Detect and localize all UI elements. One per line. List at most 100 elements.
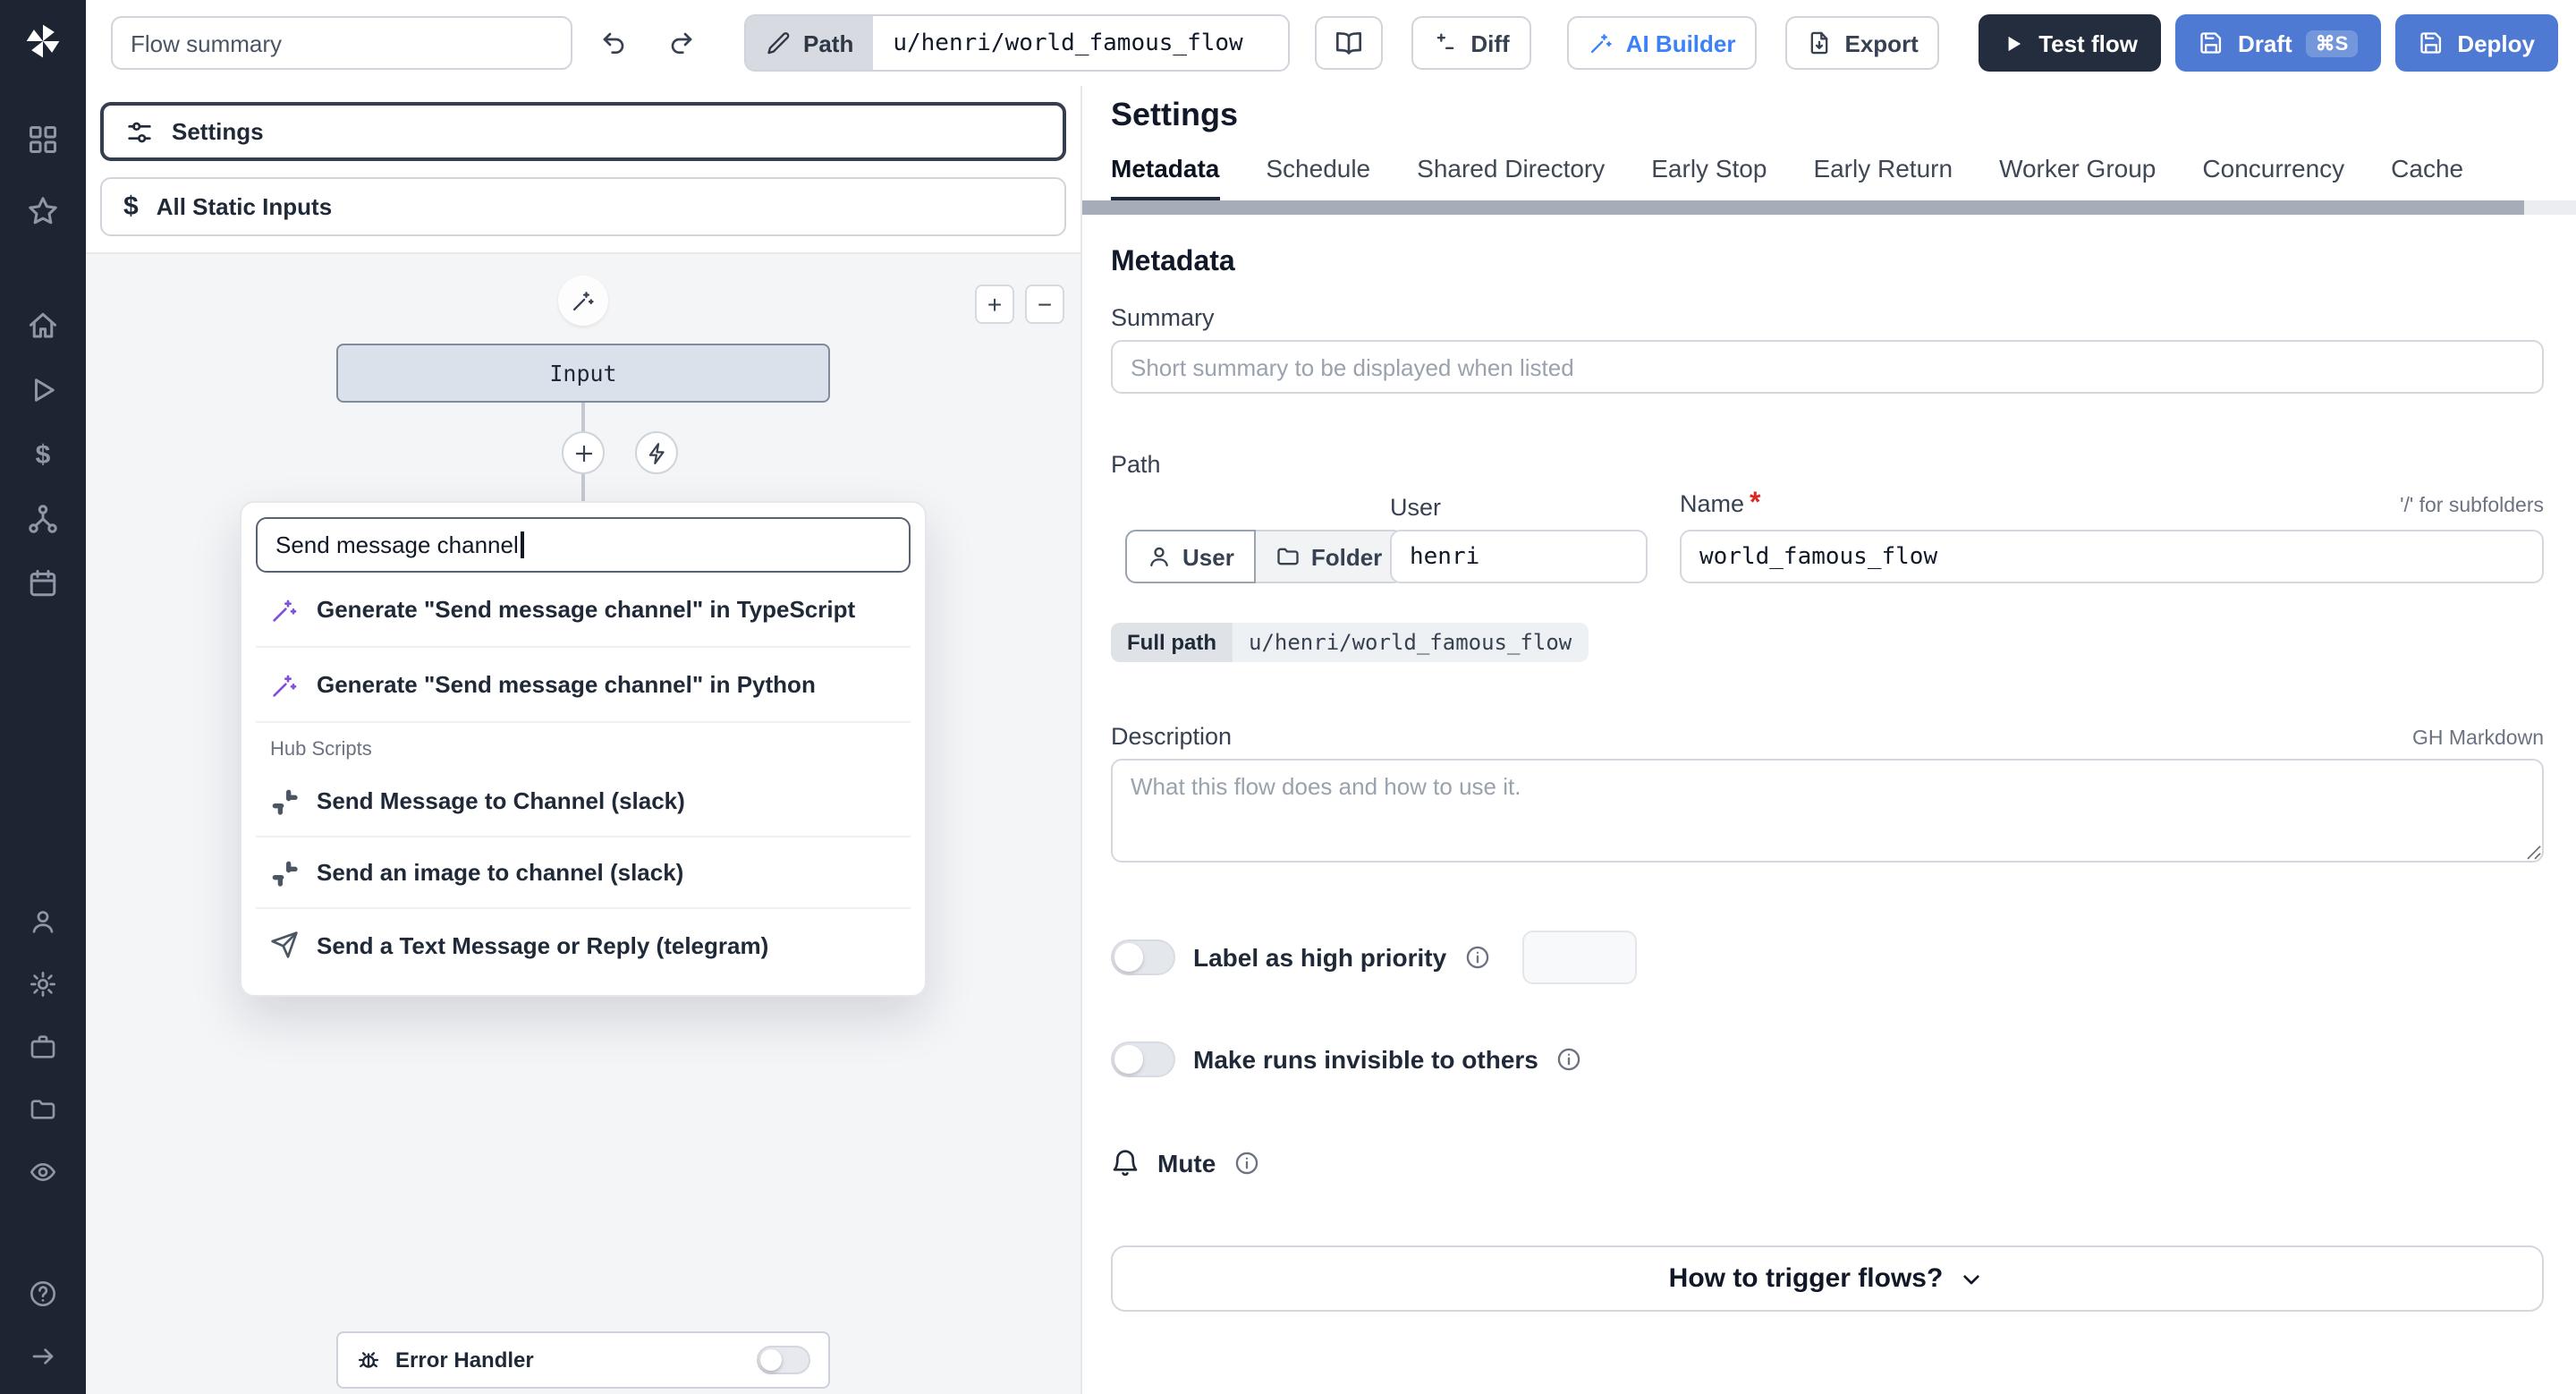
tab-schedule[interactable]: Schedule [1266, 154, 1370, 200]
bell-icon [1111, 1149, 1140, 1177]
sidebar-item-home[interactable] [7, 301, 79, 351]
user-icon [29, 907, 57, 936]
add-step-button[interactable] [562, 431, 605, 474]
sidebar-item-folders[interactable] [7, 1086, 79, 1133]
draft-button[interactable]: Draft ⌘S [2174, 14, 2381, 72]
windmill-logo[interactable] [23, 21, 63, 61]
how-to-trigger-button[interactable]: How to trigger flows? [1111, 1245, 2544, 1312]
deploy-button[interactable]: Deploy [2394, 14, 2558, 72]
error-handler-node[interactable]: Error Handler [336, 1331, 830, 1389]
summary-label: Summary [1111, 304, 1215, 331]
bug-icon [356, 1347, 381, 1373]
sidebar-item-settings[interactable] [7, 961, 79, 1007]
undo-button[interactable] [587, 18, 640, 68]
summary-input[interactable] [1111, 340, 2544, 394]
error-handler-toggle[interactable] [757, 1346, 810, 1374]
path-button-label: Path [803, 30, 854, 56]
owner-user-button[interactable]: User [1125, 530, 1256, 583]
dropdown-item-label: Generate "Send message channel" in Pytho… [317, 671, 816, 698]
zoom-in-button[interactable]: + [975, 285, 1014, 324]
sidebar-item-workers[interactable] [7, 1024, 79, 1070]
flow-summary-input[interactable] [111, 16, 572, 70]
export-button[interactable]: Export [1785, 16, 1940, 70]
step-search-input[interactable]: Send message channel [256, 517, 911, 573]
tab-concurrency[interactable]: Concurrency [2202, 154, 2344, 200]
tab-cache[interactable]: Cache [2391, 154, 2463, 200]
tab-worker-group[interactable]: Worker Group [1999, 154, 2156, 200]
error-handler-label: Error Handler [395, 1347, 534, 1373]
docs-button[interactable] [1315, 16, 1384, 70]
export-label: Export [1844, 30, 1919, 56]
save-icon [2418, 30, 2443, 55]
tab-metadata[interactable]: Metadata [1111, 154, 1220, 200]
dollar-icon: $ [123, 191, 139, 222]
name-label: Name [1680, 490, 1745, 517]
sidebar-item-variables[interactable]: $ [7, 429, 79, 480]
static-inputs-button[interactable]: $ All Static Inputs [100, 177, 1066, 236]
home-icon [27, 310, 59, 342]
sidebar-item-schedules[interactable] [7, 558, 79, 608]
dropdown-item-generate-typescript[interactable]: Generate "Send message channel" in TypeS… [256, 573, 911, 648]
gear-icon [29, 970, 57, 999]
dropdown-item-slack-image[interactable]: Send an image to channel (slack) [256, 837, 911, 909]
sidebar-item-runs[interactable] [7, 365, 79, 415]
sidebar-item-apps[interactable] [7, 115, 79, 165]
flow-settings-button[interactable]: Settings [100, 102, 1066, 161]
user-field-label: User [1390, 494, 1442, 521]
redo-button[interactable] [655, 18, 708, 68]
sidebar-item-favorites[interactable] [7, 186, 79, 236]
ai-step-button[interactable] [635, 431, 678, 474]
dropdown-item-slack-message[interactable]: Send Message to Channel (slack) [256, 766, 911, 837]
zoom-out-button[interactable]: − [1025, 285, 1064, 324]
invisible-runs-row: Make runs invisible to others [1111, 1041, 2544, 1077]
description-label-row: Description GH Markdown [1111, 723, 2544, 750]
sidebar-item-account[interactable] [7, 898, 79, 945]
path-value[interactable]: u/henri/world_famous_flow [873, 16, 1289, 70]
file-down-icon [1808, 30, 1833, 55]
flow-graph-panel: Settings $ All Static Inputs + − Input Se… [86, 86, 1082, 1394]
mute-label: Mute [1157, 1149, 1216, 1177]
undo-icon [599, 29, 628, 57]
test-flow-button[interactable]: Test flow [1978, 14, 2161, 72]
invisible-runs-label: Make runs invisible to others [1193, 1045, 1538, 1074]
slack-icon [270, 858, 299, 887]
high-priority-toggle[interactable] [1111, 939, 1175, 975]
edit-path-button[interactable]: Path [746, 16, 874, 70]
diff-icon [1433, 30, 1458, 55]
test-flow-label: Test flow [2038, 30, 2138, 56]
owner-folder-button[interactable]: Folder [1255, 530, 1404, 583]
flow-panel-header: Settings $ All Static Inputs [86, 86, 1080, 252]
priority-value-input[interactable] [1521, 931, 1637, 984]
name-label-row: Name * '/' for subfolders [1680, 489, 2544, 521]
invisible-runs-toggle[interactable] [1111, 1041, 1175, 1077]
eye-icon [29, 1158, 57, 1186]
mute-row: Mute [1111, 1149, 2544, 1177]
diff-button[interactable]: Diff [1411, 16, 1531, 70]
ai-builder-button[interactable]: AI Builder [1566, 16, 1758, 70]
sidebar-item-resources[interactable] [7, 494, 79, 544]
name-input[interactable] [1680, 530, 2544, 583]
tab-early-return[interactable]: Early Return [1813, 154, 1953, 200]
collapse-sidebar-button[interactable] [7, 1333, 79, 1380]
tabs-scrollbar-thumb[interactable] [1082, 200, 2524, 215]
chevron-down-icon [1957, 1264, 1986, 1293]
flow-canvas[interactable]: + − Input Send message channel Generate … [86, 252, 1080, 1394]
sidebar-item-audit[interactable] [7, 1149, 79, 1195]
tab-early-stop[interactable]: Early Stop [1651, 154, 1767, 200]
input-node[interactable]: Input [336, 344, 830, 403]
static-inputs-label: All Static Inputs [156, 193, 333, 220]
calendar-icon [27, 567, 59, 599]
ai-flow-button[interactable] [558, 276, 608, 326]
book-icon [1335, 29, 1363, 57]
user-icon [1147, 544, 1172, 569]
dropdown-item-generate-python[interactable]: Generate "Send message channel" in Pytho… [256, 648, 911, 723]
ai-builder-label: AI Builder [1625, 30, 1736, 56]
dollar-icon: $ [35, 439, 51, 470]
help-button[interactable] [7, 1271, 79, 1317]
user-input[interactable] [1390, 530, 1648, 583]
required-asterisk: * [1750, 489, 1761, 519]
dropdown-item-label: Send Message to Channel (slack) [317, 787, 685, 814]
description-textarea[interactable] [1111, 759, 2544, 863]
dropdown-item-telegram-message[interactable]: Send a Text Message or Reply (telegram) [256, 909, 911, 981]
tab-shared-directory[interactable]: Shared Directory [1417, 154, 1605, 200]
